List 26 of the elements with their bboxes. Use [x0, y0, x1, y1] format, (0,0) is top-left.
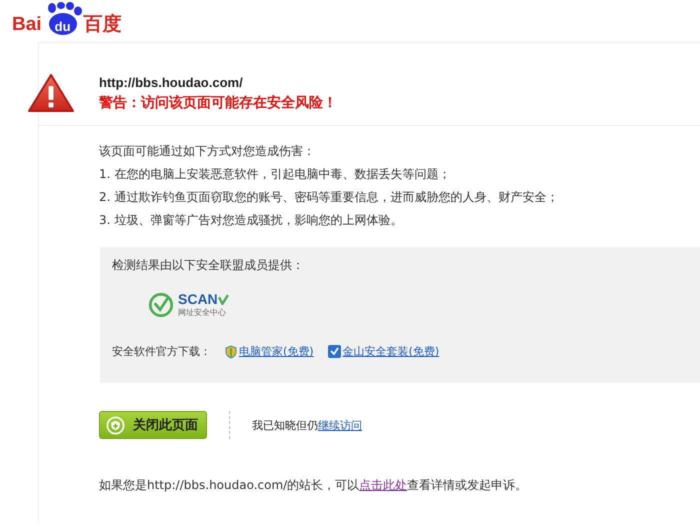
paw-logo: du [42, 2, 83, 36]
brand-name: SCAN [178, 292, 218, 307]
download-label: 安全软件官方下载： [112, 344, 211, 359]
footer-text: 如果您是http://bbs.houdao.com/的站长，可以点击此处查看详情或发起申诉。 [99, 477, 528, 494]
logo-text: 百度 [84, 14, 122, 36]
site-url: http://bbs.houdao.com/ [99, 74, 244, 90]
continue-text: 我已知晓但仍 [252, 418, 318, 432]
check-mark-icon [218, 294, 229, 305]
warning-icon [27, 73, 75, 113]
appeal-link[interactable]: 点击此处 [359, 478, 408, 492]
download-link[interactable]: 电脑管家(免费) [239, 344, 314, 359]
harm-item: 1. 在您的电脑上安装恶意软件，引起电脑中毒、数据丢失等问题； [99, 166, 452, 183]
shield-icon [225, 344, 237, 358]
close-page-button[interactable]: 关闭此页面 [99, 411, 207, 439]
logo-text: Bai [12, 14, 42, 36]
warning-title: 警告：访问该页面可能存在安全风险！ [99, 94, 337, 112]
harm-item: 3. 垃圾、弹窗等广告对您造成骚扰，影响您的上网体验。 [99, 212, 404, 229]
harm-item: 2. 通过欺诈钓鱼页面窃取您的账号、密码等重要信息，进而威胁您的人身、财产安全； [99, 189, 560, 206]
harm-intro: 该页面可能通过如下方式对您造成伤害： [99, 143, 316, 160]
check-icon [328, 345, 341, 358]
brand-subtitle: 网址安全中心 [178, 307, 227, 318]
shield-icon [106, 416, 125, 434]
check-circle-icon [148, 292, 174, 318]
continue-link[interactable]: 继续访问 [318, 418, 362, 432]
provider-title: 检测结果由以下安全联盟成员提供： [112, 257, 305, 274]
download-link[interactable]: 金山安全套装(免费) [342, 344, 440, 359]
